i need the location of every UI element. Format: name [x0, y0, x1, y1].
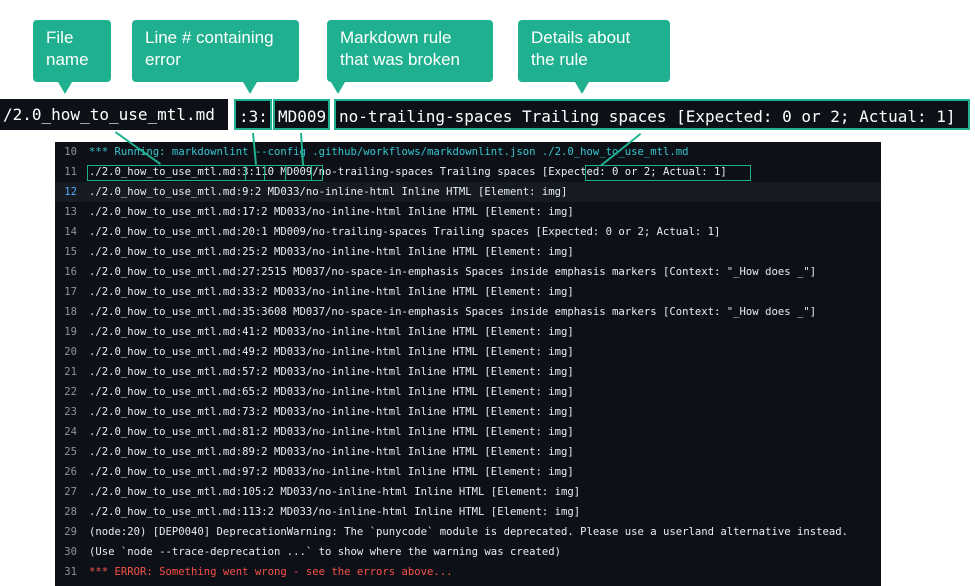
log-text: ./2.0_how_to_use_mtl.md:33:2 MD033/no-in…	[89, 286, 574, 298]
zoom-line-number-text: :3:	[239, 107, 268, 126]
callout-file-name-tail	[58, 82, 72, 94]
zoom-rule: MD009	[273, 99, 330, 130]
log-line: 24 ./2.0_how_to_use_mtl.md:81:2 MD033/no-…	[55, 422, 881, 442]
log-text: *** Running: markdownlint --config .gith…	[89, 146, 689, 158]
log-line: 26 ./2.0_how_to_use_mtl.md:97:2 MD033/no-…	[55, 462, 881, 482]
line-number: 19	[64, 326, 77, 338]
highlight-details	[585, 165, 751, 181]
line-number: 15	[64, 246, 77, 258]
terminal-log[interactable]: 10 *** Running: markdownlint --config .gi…	[55, 142, 881, 586]
line-number: 16	[64, 266, 77, 278]
line-number: 13	[64, 206, 77, 218]
log-line: 28 ./2.0_how_to_use_mtl.md:113:2 MD033/no…	[55, 502, 881, 522]
line-number: 23	[64, 406, 77, 418]
line-number: 31	[64, 566, 77, 578]
callout-rule-details-tail	[575, 82, 589, 94]
log-rows: 10 *** Running: markdownlint --config .gi…	[55, 142, 881, 582]
log-text: ./2.0_how_to_use_mtl.md:105:2 MD033/no-i…	[89, 486, 581, 498]
log-line: 19 ./2.0_how_to_use_mtl.md:41:2 MD033/no-…	[55, 322, 881, 342]
log-text: ./2.0_how_to_use_mtl.md:9:2 MD033/no-inl…	[89, 186, 568, 198]
callout-markdown-rule: Markdown rule that was broken	[327, 20, 493, 82]
log-text: ./2.0_how_to_use_mtl.md:41:2 MD033/no-in…	[89, 326, 574, 338]
callout-rule-details-text: Details about the rule	[531, 28, 631, 69]
log-line: 17 ./2.0_how_to_use_mtl.md:33:2 MD033/no-…	[55, 282, 881, 302]
log-line: 27 ./2.0_how_to_use_mtl.md:105:2 MD033/no…	[55, 482, 881, 502]
line-number: 17	[64, 286, 77, 298]
log-text: ./2.0_how_to_use_mtl.md:81:2 MD033/no-in…	[89, 426, 574, 438]
callout-line-number-tail	[243, 82, 257, 94]
log-line: 12 ./2.0_how_to_use_mtl.md:9:2 MD033/no-i…	[55, 182, 881, 202]
log-text: ./2.0_how_to_use_mtl.md:35:3608 MD037/no…	[89, 306, 817, 318]
line-number: 30	[64, 546, 77, 558]
log-text: ./2.0_how_to_use_mtl.md:89:2 MD033/no-in…	[89, 446, 574, 458]
zoom-rule-text: MD009	[278, 107, 327, 126]
line-number: 22	[64, 386, 77, 398]
line-number: 14	[64, 226, 77, 238]
zoom-file-name: /2.0_how_to_use_mtl.md	[0, 99, 228, 130]
log-line: 30 (Use `node --trace-deprecation ...` to…	[55, 542, 881, 562]
line-number: 29	[64, 526, 77, 538]
log-line: 14 ./2.0_how_to_use_mtl.md:20:1 MD009/no-…	[55, 222, 881, 242]
highlight-file-name	[87, 165, 312, 181]
callout-file-name: File name	[33, 20, 111, 82]
log-line: 10 *** Running: markdownlint --config .gi…	[55, 142, 881, 162]
log-text: ./2.0_how_to_use_mtl.md:25:2 MD033/no-in…	[89, 246, 574, 258]
zoom-line-number: :3:	[234, 99, 272, 130]
zoom-details: no-trailing-spaces Trailing spaces [Expe…	[334, 99, 970, 130]
callout-file-name-text: File name	[46, 28, 89, 69]
log-line: 15 ./2.0_how_to_use_mtl.md:25:2 MD033/no-…	[55, 242, 881, 262]
zoomed-error-line: /2.0_how_to_use_mtl.md :3: MD009 no-trai…	[0, 97, 975, 133]
log-text: (node:20) [DEP0040] DeprecationWarning: …	[89, 526, 848, 538]
log-line: 16 ./2.0_how_to_use_mtl.md:27:2515 MD037/…	[55, 262, 881, 282]
line-number: 12	[64, 186, 77, 198]
zoom-details-text: no-trailing-spaces Trailing spaces [Expe…	[339, 107, 956, 126]
log-line: 25 ./2.0_how_to_use_mtl.md:89:2 MD033/no-…	[55, 442, 881, 462]
line-number: 28	[64, 506, 77, 518]
line-number: 26	[64, 466, 77, 478]
callout-rule-details: Details about the rule	[518, 20, 670, 82]
line-number: 18	[64, 306, 77, 318]
log-text: *** ERROR: Something went wrong - see th…	[89, 566, 453, 578]
callout-markdown-rule-text: Markdown rule that was broken	[340, 28, 461, 69]
log-line: 18 ./2.0_how_to_use_mtl.md:35:3608 MD037/…	[55, 302, 881, 322]
line-number: 21	[64, 366, 77, 378]
callout-line-number: Line # containing error	[132, 20, 299, 82]
highlight-rule	[285, 165, 323, 181]
log-text: ./2.0_how_to_use_mtl.md:97:2 MD033/no-in…	[89, 466, 574, 478]
log-line: 29 (node:20) [DEP0040] DeprecationWarning…	[55, 522, 881, 542]
line-number: 24	[64, 426, 77, 438]
line-number: 10	[64, 146, 77, 158]
line-number: 11	[64, 166, 77, 178]
callout-markdown-rule-tail	[331, 82, 345, 94]
log-line: 22 ./2.0_how_to_use_mtl.md:65:2 MD033/no-…	[55, 382, 881, 402]
zoom-file-name-text: /2.0_how_to_use_mtl.md	[3, 105, 215, 124]
highlight-line-number	[245, 165, 265, 181]
log-text: ./2.0_how_to_use_mtl.md:17:2 MD033/no-in…	[89, 206, 574, 218]
log-text: ./2.0_how_to_use_mtl.md:73:2 MD033/no-in…	[89, 406, 574, 418]
log-text: ./2.0_how_to_use_mtl.md:57:2 MD033/no-in…	[89, 366, 574, 378]
callout-line-number-text: Line # containing error	[145, 28, 274, 69]
line-number: 27	[64, 486, 77, 498]
log-line: 20 ./2.0_how_to_use_mtl.md:49:2 MD033/no-…	[55, 342, 881, 362]
log-text: ./2.0_how_to_use_mtl.md:49:2 MD033/no-in…	[89, 346, 574, 358]
log-text: ./2.0_how_to_use_mtl.md:113:2 MD033/no-i…	[89, 506, 581, 518]
log-text: (Use `node --trace-deprecation ...` to s…	[89, 546, 561, 558]
log-text: ./2.0_how_to_use_mtl.md:27:2515 MD037/no…	[89, 266, 817, 278]
line-number: 25	[64, 446, 77, 458]
log-line: 23 ./2.0_how_to_use_mtl.md:73:2 MD033/no-…	[55, 402, 881, 422]
log-text: ./2.0_how_to_use_mtl.md:65:2 MD033/no-in…	[89, 386, 574, 398]
log-line: 31 *** ERROR: Something went wrong - see …	[55, 562, 881, 582]
log-line: 21 ./2.0_how_to_use_mtl.md:57:2 MD033/no-…	[55, 362, 881, 382]
log-text: ./2.0_how_to_use_mtl.md:20:1 MD009/no-tr…	[89, 226, 721, 238]
line-number: 20	[64, 346, 77, 358]
log-line: 13 ./2.0_how_to_use_mtl.md:17:2 MD033/no-…	[55, 202, 881, 222]
